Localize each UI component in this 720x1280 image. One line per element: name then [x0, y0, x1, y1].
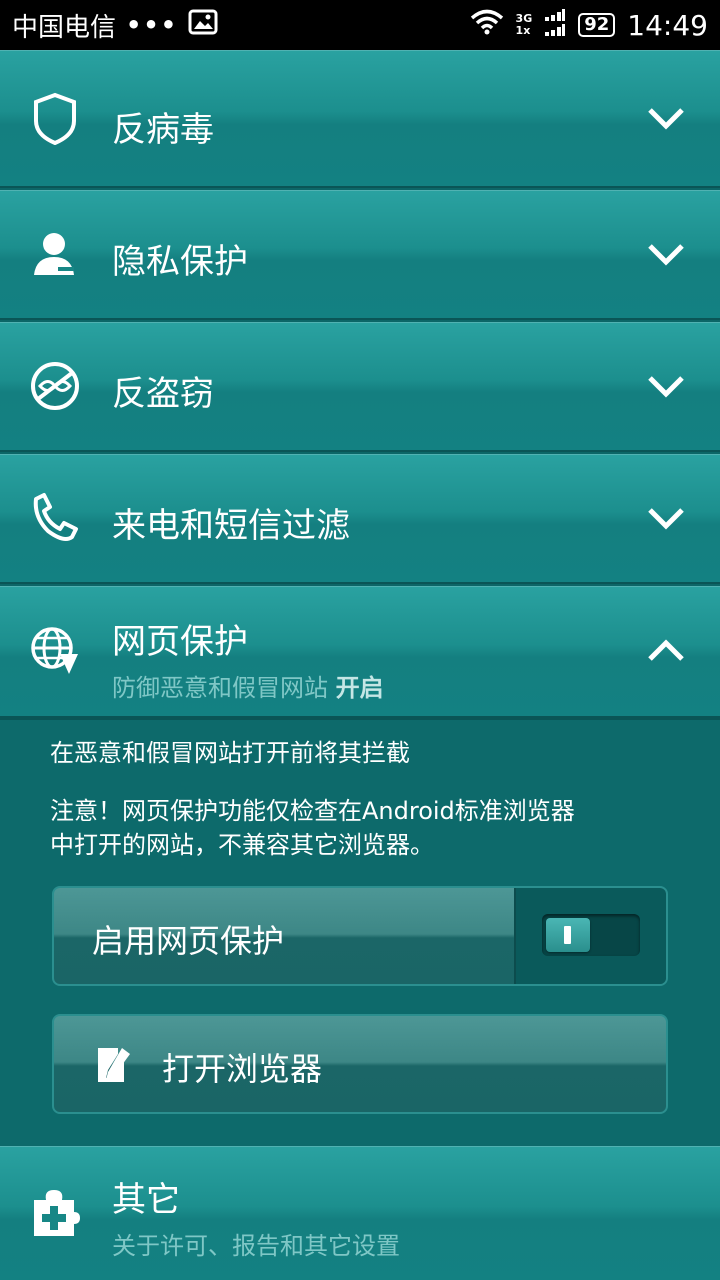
note-line-2: 中打开的网站，不兼容其它浏览器。 — [50, 831, 434, 859]
section-privacy[interactable]: 隐私保护 — [0, 190, 720, 320]
section-call-filter[interactable]: 来电和短信过滤 — [0, 454, 720, 584]
signal-icon — [544, 7, 566, 44]
chevron-down-icon[interactable] — [646, 98, 686, 138]
section-title: 隐私保护 — [112, 242, 248, 282]
chevron-up-icon[interactable] — [646, 631, 686, 671]
section-title: 来电和短信过滤 — [112, 506, 350, 546]
user-privacy-icon — [28, 227, 82, 281]
note-line-1: 注意！网页保护功能仅检查在Android标准浏览器 — [50, 797, 575, 825]
section-title: 反病毒 — [112, 110, 214, 150]
clock: 14:49 — [627, 8, 708, 42]
section-title: 其它 — [112, 1180, 180, 1220]
section-antivirus[interactable]: 反病毒 — [0, 50, 720, 188]
chevron-down-icon[interactable] — [646, 234, 686, 274]
chevron-down-icon[interactable] — [646, 366, 686, 406]
notification-dots: ••• — [126, 11, 179, 39]
section-other[interactable]: 其它 关于许可、报告和其它设置 — [0, 1146, 720, 1280]
section-title: 反盗窃 — [112, 374, 214, 414]
open-browser-label: 打开浏览器 — [162, 1050, 323, 1088]
panel-note: 注意！网页保护功能仅检查在Android标准浏览器 中打开的网站，不兼容其它浏览… — [50, 794, 670, 862]
section-subtitle: 关于许可、报告和其它设置 — [112, 1232, 400, 1260]
puzzle-plus-icon — [28, 1186, 82, 1240]
section-subtitle: 防御恶意和假冒网站 开启 — [112, 668, 384, 703]
globe-shield-icon — [28, 624, 82, 678]
network-bottom-label: 1x — [515, 24, 531, 37]
toggle-label: 启用网页保护 — [92, 922, 285, 960]
toggle-knob[interactable] — [546, 918, 590, 952]
carrier-label: 中国电信 — [12, 12, 117, 43]
enable-web-protection-row[interactable]: 启用网页保护 — [52, 886, 668, 986]
open-browser-button[interactable]: 打开浏览器 — [52, 1014, 668, 1114]
section-antitheft[interactable]: 反盗窃 — [0, 322, 720, 452]
antitheft-icon — [28, 359, 82, 413]
wifi-icon — [470, 9, 504, 42]
section-title: 网页保护 — [112, 622, 248, 662]
network-indicator: 3G 1x — [516, 13, 533, 37]
status-badge: 开启 — [335, 674, 384, 702]
section-web-protection[interactable]: 网页保护 防御恶意和假冒网站 开启 — [0, 586, 720, 718]
chevron-down-icon[interactable] — [646, 498, 686, 538]
shield-icon — [28, 91, 82, 146]
toggle-switch[interactable] — [542, 914, 640, 956]
image-notification-icon — [188, 9, 218, 42]
phone-icon — [28, 491, 82, 545]
app-content: 反病毒 隐私保护 反盗窃 来电和短信过滤 网页保护 防御恶意和假冒网站 开启 在… — [0, 50, 720, 1280]
battery-indicator: 92 — [578, 13, 616, 37]
panel-description: 在恶意和假冒网站打开前将其拦截 — [50, 739, 410, 767]
status-bar: 中国电信 ••• 3G 1x 92 14:49 — [0, 0, 720, 50]
edit-document-icon — [94, 1044, 134, 1084]
toggle-switch-container[interactable] — [514, 888, 666, 984]
subtitle-text: 防御恶意和假冒网站 — [112, 674, 328, 702]
